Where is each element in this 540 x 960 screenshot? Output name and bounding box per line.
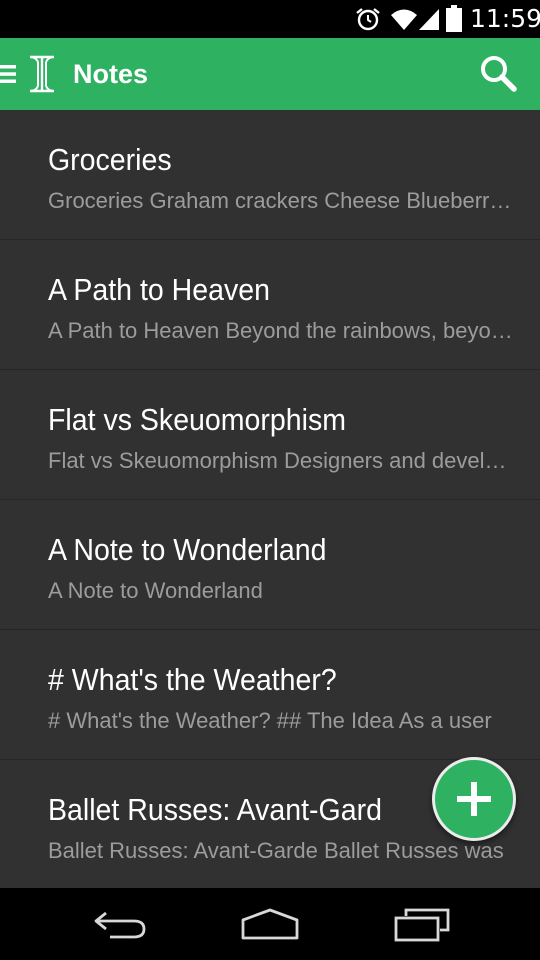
note-title: A Path to Heaven (48, 272, 270, 307)
menu-icon[interactable] (0, 64, 16, 84)
note-title: Flat vs Skeuomorphism (48, 402, 346, 437)
note-preview: A Note to Wonderland (48, 578, 263, 603)
note-preview: Groceries Graham crackers Cheese Blueber… (48, 188, 514, 213)
note-title: # What's the Weather? (48, 662, 337, 697)
note-item[interactable]: A Note to Wonderland A Note to Wonderlan… (0, 500, 540, 630)
signal-icon (419, 9, 439, 30)
app-logo-icon[interactable] (27, 54, 57, 94)
back-icon[interactable] (92, 910, 148, 940)
navigation-bar (0, 888, 540, 960)
note-preview: Ballet Russes: Avant-Garde Ballet Russes… (48, 838, 504, 863)
app-title: Notes (73, 59, 149, 89)
status-bar: 11:59 (0, 0, 540, 38)
battery-icon (446, 5, 462, 32)
note-preview: Flat vs Skeuomorphism Designers and deve… (48, 448, 514, 473)
search-icon[interactable] (478, 54, 518, 94)
action-bar: Notes (0, 38, 540, 110)
status-time: 11:59 (470, 4, 540, 33)
alarm-icon (356, 8, 380, 31)
wifi-icon (391, 9, 417, 30)
add-note-button[interactable] (432, 757, 516, 841)
home-icon[interactable] (240, 908, 300, 940)
note-item[interactable]: Flat vs Skeuomorphism Flat vs Skeuomorph… (0, 370, 540, 500)
note-preview: # What's the Weather? ## The Idea As a u… (48, 708, 492, 733)
recents-icon[interactable] (394, 908, 450, 942)
note-preview: A Path to Heaven Beyond the rainbows, be… (48, 318, 514, 343)
plus-icon (457, 782, 491, 816)
note-title: Groceries (48, 142, 172, 177)
note-item[interactable]: # What's the Weather? # What's the Weath… (0, 630, 540, 760)
notes-screen: 11:59 Notes Groceries Groceries Graham c… (0, 0, 540, 960)
note-item[interactable]: A Path to Heaven A Path to Heaven Beyond… (0, 240, 540, 370)
note-title: Ballet Russes: Avant-Gard (48, 792, 382, 827)
note-title: A Note to Wonderland (48, 532, 327, 567)
note-item[interactable]: Groceries Groceries Graham crackers Chee… (0, 110, 540, 240)
